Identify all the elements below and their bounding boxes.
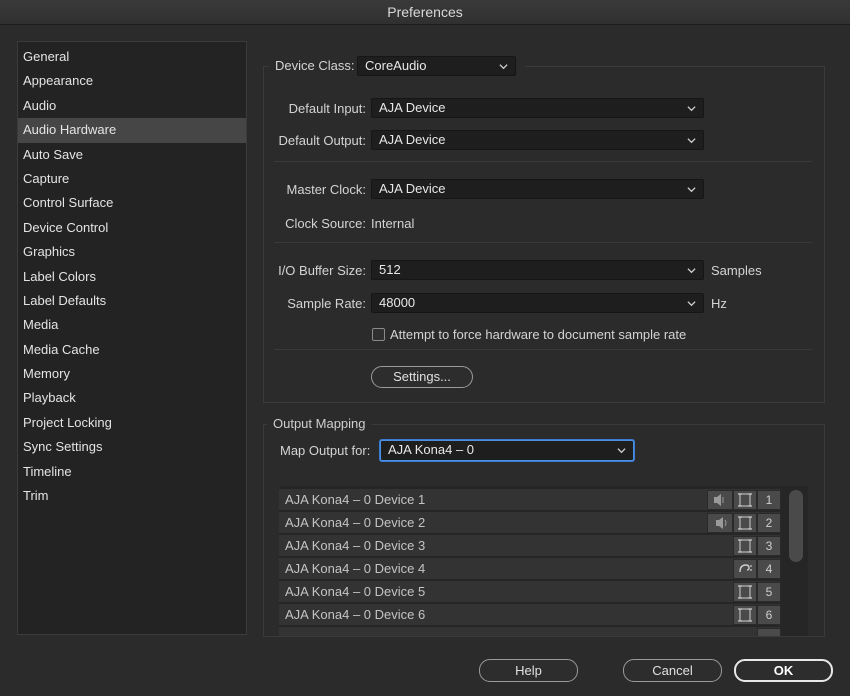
map-output-label: Map Output for:	[280, 443, 371, 458]
sidebar-item-label-defaults[interactable]: Label Defaults	[18, 289, 246, 313]
buffer-unit-label: Samples	[711, 263, 762, 278]
surround-frame-icon[interactable]	[733, 536, 757, 556]
master-clock-value: AJA Device	[379, 181, 446, 196]
divider	[274, 242, 812, 243]
table-row[interactable]: AJA Kona4 – 0 Device 6 6	[279, 604, 781, 626]
device-class-label: Device Class:	[275, 58, 355, 73]
device-name: AJA Kona4 – 0 Device 2	[285, 515, 426, 530]
speaker-right-icon[interactable]	[707, 513, 733, 533]
speaker-left-icon[interactable]	[707, 490, 733, 510]
cancel-button[interactable]: Cancel	[623, 659, 722, 682]
window-title: Preferences	[0, 0, 850, 25]
sidebar-item-memory[interactable]: Memory	[18, 362, 246, 386]
force-rate-checkbox[interactable]	[372, 328, 385, 341]
help-button[interactable]: Help	[479, 659, 578, 682]
master-clock-dropdown[interactable]: AJA Device	[371, 179, 704, 199]
list-cell	[757, 628, 781, 636]
table-row[interactable]: AJA Kona4 – 0 Device 2 2	[279, 512, 781, 534]
default-input-dropdown[interactable]: AJA Device	[371, 98, 704, 118]
sidebar-item-label-colors[interactable]: Label Colors	[18, 265, 246, 289]
chevron-down-icon	[687, 268, 696, 274]
buffer-size-label: I/O Buffer Size:	[278, 263, 366, 278]
master-clock-label: Master Clock:	[286, 182, 366, 197]
chevron-down-icon	[687, 106, 696, 112]
divider	[274, 161, 812, 162]
buffer-size-value: 512	[379, 262, 401, 277]
device-class-value: CoreAudio	[365, 58, 427, 73]
sidebar-item-audio[interactable]: Audio	[18, 94, 246, 118]
sidebar-item-device-control[interactable]: Device Control	[18, 216, 246, 240]
table-row[interactable]: AJA Kona4 – 0 Device 1 1	[279, 489, 781, 511]
divider	[274, 349, 812, 350]
sidebar-item-timeline[interactable]: Timeline	[18, 460, 246, 484]
channel-number: 4	[757, 559, 781, 579]
table-row[interactable]	[279, 627, 781, 636]
clock-source-value: Internal	[371, 216, 415, 231]
device-name: AJA Kona4 – 0 Device 1	[285, 492, 426, 507]
scrollbar-thumb[interactable]	[789, 490, 803, 562]
channel-number: 2	[757, 513, 781, 533]
sample-rate-dropdown[interactable]: 48000	[371, 293, 704, 313]
sidebar-item-playback[interactable]: Playback	[18, 386, 246, 410]
sidebar-item-media-cache[interactable]: Media Cache	[18, 338, 246, 362]
default-output-dropdown[interactable]: AJA Device	[371, 130, 704, 150]
surround-frame-icon[interactable]	[733, 605, 757, 625]
surround-frame-icon[interactable]	[733, 582, 757, 602]
sample-rate-label: Sample Rate:	[287, 296, 366, 311]
sidebar-item-auto-save[interactable]: Auto Save	[18, 143, 246, 167]
sidebar-item-appearance[interactable]: Appearance	[18, 69, 246, 93]
sidebar-item-trim[interactable]: Trim	[18, 484, 246, 508]
sidebar-item-sync-settings[interactable]: Sync Settings	[18, 435, 246, 459]
table-row[interactable]: AJA Kona4 – 0 Device 3 3	[279, 535, 781, 557]
channel-number: 3	[757, 536, 781, 556]
channel-number: 6	[757, 605, 781, 625]
chevron-down-icon	[499, 64, 508, 70]
surround-frame-icon[interactable]	[733, 513, 757, 533]
table-row[interactable]: AJA Kona4 – 0 Device 5 5	[279, 581, 781, 603]
channel-number: 5	[757, 582, 781, 602]
default-input-label: Default Input:	[288, 101, 366, 116]
clock-source-label: Clock Source:	[285, 216, 366, 231]
settings-button[interactable]: Settings...	[371, 366, 473, 388]
sidebar-item-general[interactable]: General	[18, 45, 246, 69]
list-scrollbar[interactable]	[784, 486, 806, 636]
channel-number: 1	[757, 490, 781, 510]
chevron-down-icon	[687, 138, 696, 144]
sidebar-item-control-surface[interactable]: Control Surface	[18, 191, 246, 215]
lfe-icon[interactable]	[733, 559, 757, 579]
device-class-dropdown[interactable]: CoreAudio	[357, 56, 516, 76]
chevron-down-icon	[617, 448, 626, 454]
chevron-down-icon	[687, 301, 696, 307]
surround-frame-icon[interactable]	[733, 490, 757, 510]
ok-button[interactable]: OK	[734, 659, 833, 682]
map-output-dropdown[interactable]: AJA Kona4 – 0	[380, 440, 634, 461]
buffer-size-dropdown[interactable]: 512	[371, 260, 704, 280]
sidebar-item-audio-hardware[interactable]: Audio Hardware	[18, 118, 246, 143]
sample-rate-unit-label: Hz	[711, 296, 727, 311]
default-output-label: Default Output:	[278, 133, 366, 148]
table-row[interactable]: AJA Kona4 – 0 Device 4 4	[279, 558, 781, 580]
device-name: AJA Kona4 – 0 Device 5	[285, 584, 426, 599]
device-name: AJA Kona4 – 0 Device 3	[285, 538, 426, 553]
force-rate-label: Attempt to force hardware to document sa…	[390, 327, 687, 342]
map-output-value: AJA Kona4 – 0	[388, 442, 475, 457]
device-name: AJA Kona4 – 0 Device 6	[285, 607, 426, 622]
output-mapping-title: Output Mapping	[267, 416, 372, 431]
output-channel-list: AJA Kona4 – 0 Device 1 1 AJA Kona4 – 0 D…	[279, 486, 808, 636]
device-name: AJA Kona4 – 0 Device 4	[285, 561, 426, 576]
default-input-value: AJA Device	[379, 100, 446, 115]
sidebar-item-capture[interactable]: Capture	[18, 167, 246, 191]
preferences-sidebar: General Appearance Audio Audio Hardware …	[17, 41, 247, 635]
default-output-value: AJA Device	[379, 132, 446, 147]
sidebar-item-media[interactable]: Media	[18, 313, 246, 337]
sidebar-item-graphics[interactable]: Graphics	[18, 240, 246, 264]
sample-rate-value: 48000	[379, 295, 416, 310]
sidebar-item-project-locking[interactable]: Project Locking	[18, 411, 246, 435]
chevron-down-icon	[687, 187, 696, 193]
